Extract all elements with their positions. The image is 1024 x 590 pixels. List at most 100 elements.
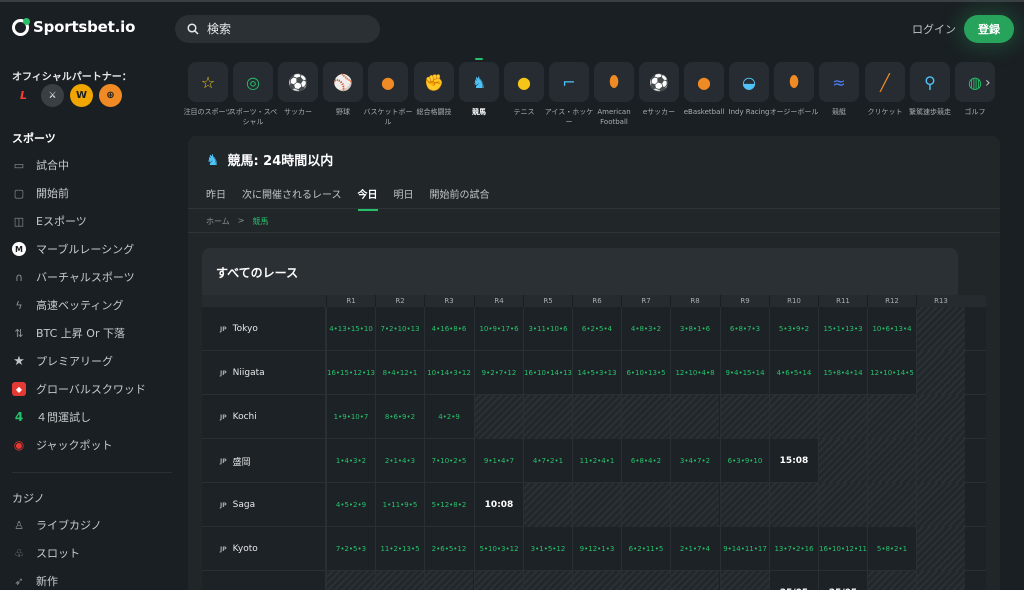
basketball-club-logo-icon[interactable]: ⊕ xyxy=(99,84,122,107)
chevron-right-icon[interactable]: › xyxy=(985,75,991,91)
race-result-cell[interactable]: 12•10•4•8 xyxy=(670,351,719,395)
category-ebasketball[interactable]: ● eBasketball xyxy=(684,62,724,117)
category-soccer[interactable]: ⚽ サッカー xyxy=(278,62,318,117)
race-result-cell[interactable]: 5•8•2•1 xyxy=(867,527,916,571)
race-result-cell[interactable]: 12•10•14•5 xyxy=(867,351,916,395)
race-result-cell[interactable]: 4•5•2•9 xyxy=(326,483,375,527)
category-special[interactable]: ◎ スポーツ・スペシャル xyxy=(229,62,277,127)
race-result-cell[interactable]: 16•10•12•11 xyxy=(818,527,867,571)
category-tennis[interactable]: ● テニス xyxy=(504,62,544,117)
race-result-cell[interactable]: 3•4•7•2 xyxy=(670,439,719,483)
sidebar-item-upcoming[interactable]: ▢ 開始前 xyxy=(12,183,69,203)
race-result-cell[interactable]: 10•14•3•12 xyxy=(424,351,473,395)
category-star[interactable]: ☆ 注目のスポーツ xyxy=(184,62,232,117)
sidebar-item-fast-betting[interactable]: ϟ 高速ベッティング xyxy=(12,295,123,315)
sidebar-item-esports[interactable]: ◫ Eスポーツ xyxy=(12,211,87,231)
laliga-logo-icon[interactable]: L xyxy=(12,84,35,107)
sidebar-item-jackpot[interactable]: ◉ ジャックポット xyxy=(12,435,113,455)
category-esoccer[interactable]: ⚽ eサッカー xyxy=(639,62,679,117)
category-fist[interactable]: ✊ 総合格闘技 xyxy=(414,62,454,117)
race-result-cell[interactable]: 5•10•3•12 xyxy=(474,527,523,571)
race-result-cell[interactable]: 2•1•7•4 xyxy=(670,527,719,571)
race-result-cell[interactable]: 15•1•13•3 xyxy=(818,307,867,351)
race-result-cell[interactable]: 1•9•10•7 xyxy=(326,395,375,439)
category-boat[interactable]: ≈ 競艇 xyxy=(819,62,859,117)
category-basketball[interactable]: ● バスケットボール xyxy=(364,62,413,127)
race-result-cell[interactable]: 2•6•5•12 xyxy=(424,527,473,571)
race-result-cell[interactable]: 9•1•4•7 xyxy=(474,439,523,483)
race-result-cell[interactable]: 4•7•2•1 xyxy=(523,439,572,483)
category-baseball[interactable]: ⚾ 野球 xyxy=(323,62,363,117)
race-result-cell[interactable]: 8•4•12•1 xyxy=(375,351,424,395)
track-name-cell[interactable]: JP Niigata xyxy=(202,351,326,395)
track-name-cell[interactable]: JP Kyoto xyxy=(202,527,326,571)
race-result-cell[interactable]: 4•8•3•2 xyxy=(621,307,670,351)
wolves-logo-icon[interactable]: W xyxy=(70,84,93,107)
race-result-cell[interactable]: 9•4•15•14 xyxy=(720,351,769,395)
race-time-cell[interactable]: 25/05 xyxy=(818,571,867,590)
sidebar-item-global-squad[interactable]: ◆ グローバルスクワッド xyxy=(12,379,146,399)
race-result-cell[interactable]: 5•3•9•2 xyxy=(769,307,818,351)
track-name-cell[interactable]: JP 盛岡 xyxy=(202,439,326,483)
race-result-cell[interactable]: 2•1•4•3 xyxy=(375,439,424,483)
sidebar-item-slots[interactable]: ♧ スロット xyxy=(12,543,80,563)
race-result-cell[interactable]: 6•8•4•2 xyxy=(621,439,670,483)
race-result-cell[interactable]: 9•14•11•17 xyxy=(720,527,769,571)
track-name-cell[interactable]: JP Tokyo xyxy=(202,307,326,351)
register-button[interactable]: 登録 xyxy=(964,15,1014,43)
race-result-cell[interactable]: 15•8•4•14 xyxy=(818,351,867,395)
sidebar-item-premier-league[interactable]: ★ プレミアリーグ xyxy=(12,351,113,371)
race-result-cell[interactable]: 8•6•9•2 xyxy=(375,395,424,439)
race-result-cell[interactable]: 6•8•7•3 xyxy=(720,307,769,351)
breadcrumb-home[interactable]: ホーム xyxy=(206,216,230,227)
race-result-cell[interactable]: 6•3•9•10 xyxy=(720,439,769,483)
race-result-cell[interactable]: 7•10•2•5 xyxy=(424,439,473,483)
sidebar-item-virtual-sports[interactable]: ∩ バーチャルスポーツ xyxy=(12,267,135,287)
category-harness[interactable]: ⚲ 繋駕速歩競走 xyxy=(909,62,951,117)
sidebar-item-btc-updown[interactable]: ⇅ BTC 上昇 Or 下落 xyxy=(12,323,125,343)
track-name-cell[interactable]: JP Kochi xyxy=(202,395,326,439)
race-result-cell[interactable]: 16•15•12•13 xyxy=(326,351,375,395)
race-result-cell[interactable]: 11•2•4•1 xyxy=(572,439,621,483)
sidebar-item-marble-racing[interactable]: M マーブルレーシング xyxy=(12,239,134,259)
category-aussie-ball[interactable]: ⬮ オージーボール xyxy=(770,62,818,117)
race-result-cell[interactable]: 4•13•15•10 xyxy=(326,307,375,351)
category-cricket[interactable]: ╱ クリケット xyxy=(865,62,905,117)
category-helmet[interactable]: ◒ Indy Racing xyxy=(729,62,770,117)
race-result-cell[interactable]: 4•6•5•14 xyxy=(769,351,818,395)
sidebar-item-live[interactable]: ▭ 試合中 xyxy=(12,155,69,175)
race-result-cell[interactable]: 7•2•10•13 xyxy=(375,307,424,351)
search-input[interactable] xyxy=(207,22,367,36)
race-result-cell[interactable]: 6•2•5•4 xyxy=(572,307,621,351)
sportsbet-logo[interactable]: Sportsbet.io xyxy=(12,17,135,36)
race-time-cell[interactable]: 10:08 xyxy=(474,483,523,527)
race-time-cell[interactable]: 25/05 xyxy=(769,571,818,590)
race-result-cell[interactable]: 13•7•2•16 xyxy=(769,527,818,571)
search-bar[interactable] xyxy=(175,15,380,43)
race-result-cell[interactable]: 3•8•1•6 xyxy=(670,307,719,351)
sidebar-item-live-casino[interactable]: ♙ ライブカジノ xyxy=(12,515,102,535)
race-result-cell[interactable]: 14•5•3•13 xyxy=(572,351,621,395)
sidebar-item-four-questions[interactable]: 4 ４問運試し xyxy=(12,407,91,427)
newcastle-logo-icon[interactable]: ⚔ xyxy=(41,84,64,107)
category-horse[interactable]: ♞ 競馬 xyxy=(459,58,499,117)
race-time-cell[interactable]: 15:08 xyxy=(769,439,818,483)
race-result-cell[interactable]: 10•9•17•6 xyxy=(474,307,523,351)
category-football[interactable]: ⬮ American Football xyxy=(594,62,634,127)
race-result-cell[interactable]: 3•11•10•6 xyxy=(523,307,572,351)
race-result-cell[interactable]: 6•2•11•5 xyxy=(621,527,670,571)
race-result-cell[interactable]: 6•10•13•5 xyxy=(621,351,670,395)
race-result-cell[interactable]: 11•2•13•5 xyxy=(375,527,424,571)
race-result-cell[interactable]: 7•2•5•3 xyxy=(326,527,375,571)
race-result-cell[interactable]: 9•12•1•3 xyxy=(572,527,621,571)
sidebar-item-new[interactable]: ➶ 新作 xyxy=(12,571,58,590)
race-result-cell[interactable]: 4•2•9 xyxy=(424,395,473,439)
race-result-cell[interactable]: 1•11•9•5 xyxy=(375,483,424,527)
race-result-cell[interactable]: 3•1•5•12 xyxy=(523,527,572,571)
race-result-cell[interactable]: 1•4•3•2 xyxy=(326,439,375,483)
race-result-cell[interactable]: 10•6•13•4 xyxy=(867,307,916,351)
category-hockey[interactable]: ⌐ アイス・ホッケー xyxy=(545,62,593,127)
login-link[interactable]: ログイン xyxy=(912,21,956,37)
race-result-cell[interactable]: 5•12•8•2 xyxy=(424,483,473,527)
race-result-cell[interactable]: 16•10•14•13 xyxy=(523,351,572,395)
